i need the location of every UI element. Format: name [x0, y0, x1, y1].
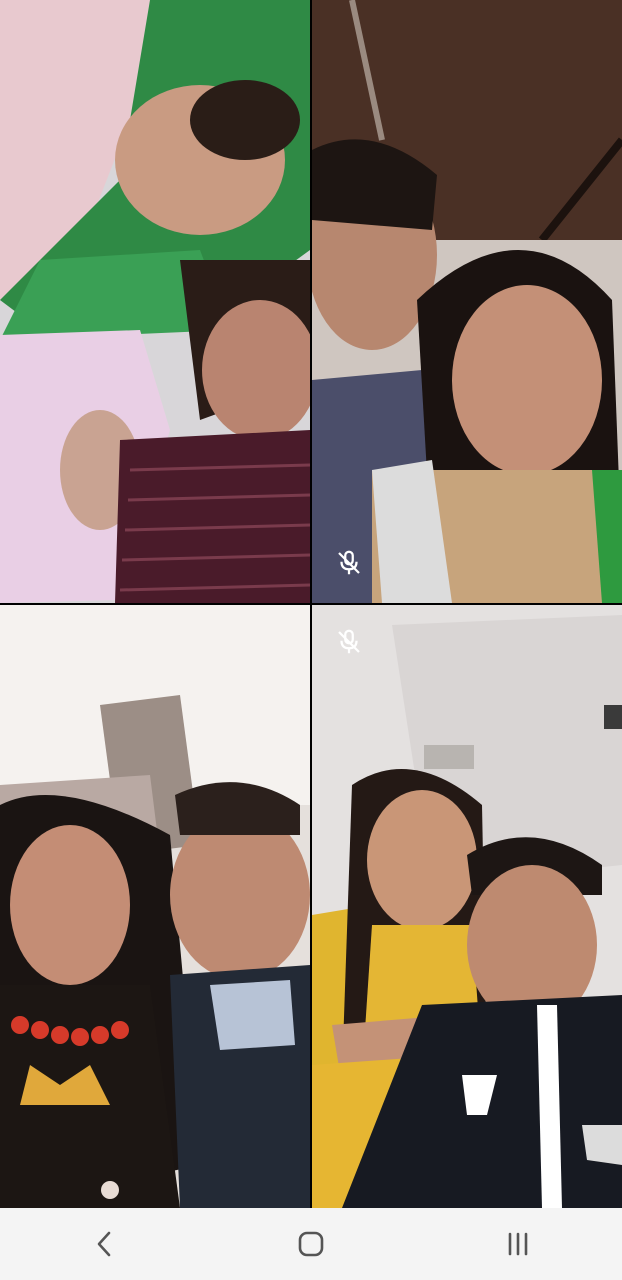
back-button[interactable]: [74, 1214, 134, 1274]
participant-video-4: [312, 605, 622, 1208]
home-button[interactable]: [281, 1214, 341, 1274]
video-call-grid: [0, 0, 622, 1208]
mic-off-icon: [338, 550, 360, 575]
recents-button[interactable]: [488, 1214, 548, 1274]
home-icon: [298, 1231, 324, 1257]
mic-off-icon: [338, 629, 360, 654]
participant-tile-3[interactable]: [0, 605, 310, 1208]
participant-video-3: [0, 605, 310, 1208]
participant-tile-2[interactable]: [312, 0, 622, 603]
back-icon: [97, 1231, 110, 1257]
mute-indicator: [334, 548, 364, 578]
mute-indicator: [334, 627, 364, 657]
participant-video-1: [0, 0, 310, 603]
recents-icon: [509, 1232, 528, 1256]
participant-video-2: [312, 0, 622, 603]
system-navigation-bar: [0, 1208, 622, 1280]
participant-tile-1[interactable]: [0, 0, 310, 603]
participant-tile-4[interactable]: [312, 605, 622, 1208]
